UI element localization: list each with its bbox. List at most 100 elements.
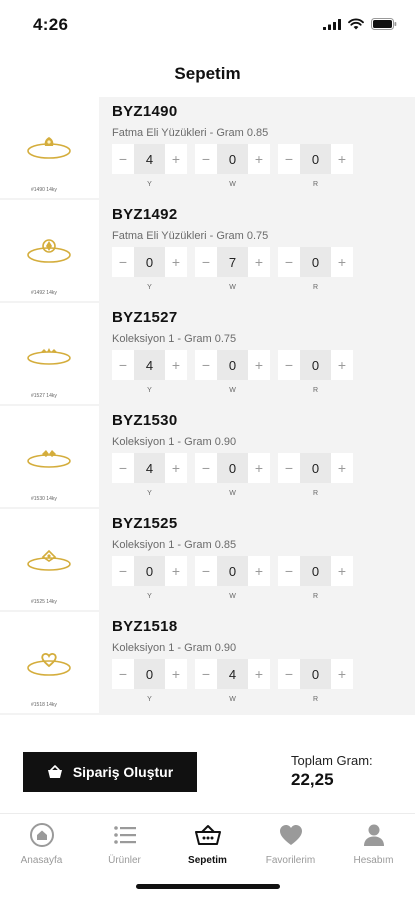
increment-button[interactable]: +	[165, 350, 187, 380]
tab-home[interactable]: Anasayfa	[0, 814, 83, 874]
increment-button[interactable]: +	[165, 144, 187, 174]
decrement-button[interactable]: −	[112, 247, 134, 277]
decrement-button[interactable]: −	[112, 556, 134, 586]
quantity-value[interactable]: 4	[134, 350, 165, 380]
ring-image	[27, 653, 71, 676]
tab-products[interactable]: Ürünler	[83, 814, 166, 874]
thumbnail-caption: #1527 14ky	[31, 393, 57, 399]
product-code: BYZ1525	[112, 515, 178, 532]
quantity-value[interactable]: 0	[134, 556, 165, 586]
increment-button[interactable]: +	[248, 659, 270, 689]
increment-button[interactable]: +	[248, 350, 270, 380]
cart-footer: Sipariş Oluştur Toplam Gram: 22,25	[0, 715, 415, 813]
decrement-button[interactable]: −	[278, 144, 300, 174]
decrement-button[interactable]: −	[195, 144, 217, 174]
decrement-button[interactable]: −	[278, 247, 300, 277]
increment-button[interactable]: +	[331, 247, 353, 277]
quantity-value[interactable]: 0	[217, 556, 248, 586]
quantity-value[interactable]: 0	[300, 144, 331, 174]
tab-label: Anasayfa	[20, 855, 63, 866]
tab-account[interactable]: Hesabım	[332, 814, 415, 874]
stepper-label-w: W	[229, 490, 236, 497]
increment-button[interactable]: +	[331, 659, 353, 689]
increment-button[interactable]: +	[248, 453, 270, 483]
quantity-value[interactable]: 0	[300, 247, 331, 277]
increment-button[interactable]: +	[165, 556, 187, 586]
quantity-value[interactable]: 4	[134, 144, 165, 174]
quantity-value[interactable]: 0	[300, 453, 331, 483]
quantity-value[interactable]: 0	[217, 350, 248, 380]
decrement-button[interactable]: −	[112, 350, 134, 380]
increment-button[interactable]: +	[331, 556, 353, 586]
decrement-button[interactable]: −	[195, 453, 217, 483]
page-title: Sepetim	[174, 63, 241, 83]
quantity-value[interactable]: 0	[300, 556, 331, 586]
increment-button[interactable]: +	[165, 453, 187, 483]
increment-button[interactable]: +	[165, 247, 187, 277]
ring-image	[27, 348, 71, 365]
tab-label: Hesabım	[353, 855, 394, 866]
decrement-button[interactable]: −	[195, 659, 217, 689]
product-description: Fatma Eli Yüzükleri - Gram 0.75	[112, 230, 269, 242]
create-order-button[interactable]: Sipariş Oluştur	[23, 752, 197, 792]
quantity-value[interactable]: 0	[217, 144, 248, 174]
status-time: 4:26	[33, 15, 69, 34]
header: Sepetim	[0, 50, 415, 97]
decrement-button[interactable]: −	[195, 247, 217, 277]
decrement-button[interactable]: −	[195, 556, 217, 586]
increment-button[interactable]: +	[248, 556, 270, 586]
quantity-stepper-y: − 4 +	[112, 453, 187, 483]
increment-button[interactable]: +	[331, 453, 353, 483]
thumbnail-caption: #1530 14ky	[31, 496, 57, 502]
ring-image	[27, 137, 71, 159]
product-thumbnail[interactable]: #1492 14ky	[0, 200, 99, 301]
stepper-label-r: R	[312, 696, 319, 703]
quantity-value[interactable]: 0	[217, 453, 248, 483]
quantity-stepper-w: − 0 +	[195, 453, 270, 483]
decrement-button[interactable]: −	[112, 144, 134, 174]
decrement-button[interactable]: −	[278, 350, 300, 380]
quantity-value[interactable]: 7	[217, 247, 248, 277]
cart-item: #1518 14ky BYZ1518 Koleksiyon 1 - Gram 0…	[0, 612, 415, 713]
stepper-label-w: W	[229, 387, 236, 394]
increment-button[interactable]: +	[165, 659, 187, 689]
cart-item: #1525 14ky BYZ1525 Koleksiyon 1 - Gram 0…	[0, 509, 415, 610]
cart-item: #1530 14ky BYZ1530 Koleksiyon 1 - Gram 0…	[0, 406, 415, 507]
quantity-value[interactable]: 0	[300, 350, 331, 380]
decrement-button[interactable]: −	[278, 556, 300, 586]
tab-cart[interactable]: Sepetim	[166, 814, 249, 874]
quantity-value[interactable]: 0	[300, 659, 331, 689]
list-icon	[112, 822, 138, 848]
quantity-stepper-w: − 0 +	[195, 556, 270, 586]
quantity-value[interactable]: 4	[217, 659, 248, 689]
product-thumbnail[interactable]: #1527 14ky	[0, 303, 99, 404]
decrement-button[interactable]: −	[278, 453, 300, 483]
wifi-icon	[348, 18, 364, 30]
basket-icon	[47, 765, 62, 778]
quantity-value[interactable]: 4	[134, 453, 165, 483]
product-thumbnail[interactable]: #1518 14ky	[0, 612, 99, 713]
increment-button[interactable]: +	[248, 247, 270, 277]
cart-item: #1527 14ky BYZ1527 Koleksiyon 1 - Gram 0…	[0, 303, 415, 404]
product-description: Fatma Eli Yüzükleri - Gram 0.85	[112, 127, 269, 139]
quantity-value[interactable]: 0	[134, 247, 165, 277]
product-code: BYZ1490	[112, 103, 178, 120]
heart-icon	[278, 822, 304, 848]
increment-button[interactable]: +	[248, 144, 270, 174]
quantity-value[interactable]: 0	[134, 659, 165, 689]
product-description: Koleksiyon 1 - Gram 0.75	[112, 333, 237, 345]
decrement-button[interactable]: −	[112, 453, 134, 483]
product-thumbnail[interactable]: #1525 14ky	[0, 509, 99, 610]
home-indicator[interactable]	[136, 884, 280, 889]
decrement-button[interactable]: −	[195, 350, 217, 380]
tab-favorites[interactable]: Favorilerim	[249, 814, 332, 874]
increment-button[interactable]: +	[331, 350, 353, 380]
product-thumbnail[interactable]: #1530 14ky	[0, 406, 99, 507]
product-code: BYZ1530	[112, 412, 178, 429]
cart-list[interactable]: #1490 14ky BYZ1490 Fatma Eli Yüzükleri -…	[0, 97, 415, 715]
decrement-button[interactable]: −	[112, 659, 134, 689]
stepper-label-r: R	[312, 387, 319, 394]
increment-button[interactable]: +	[331, 144, 353, 174]
product-thumbnail[interactable]: #1490 14ky	[0, 97, 99, 198]
decrement-button[interactable]: −	[278, 659, 300, 689]
